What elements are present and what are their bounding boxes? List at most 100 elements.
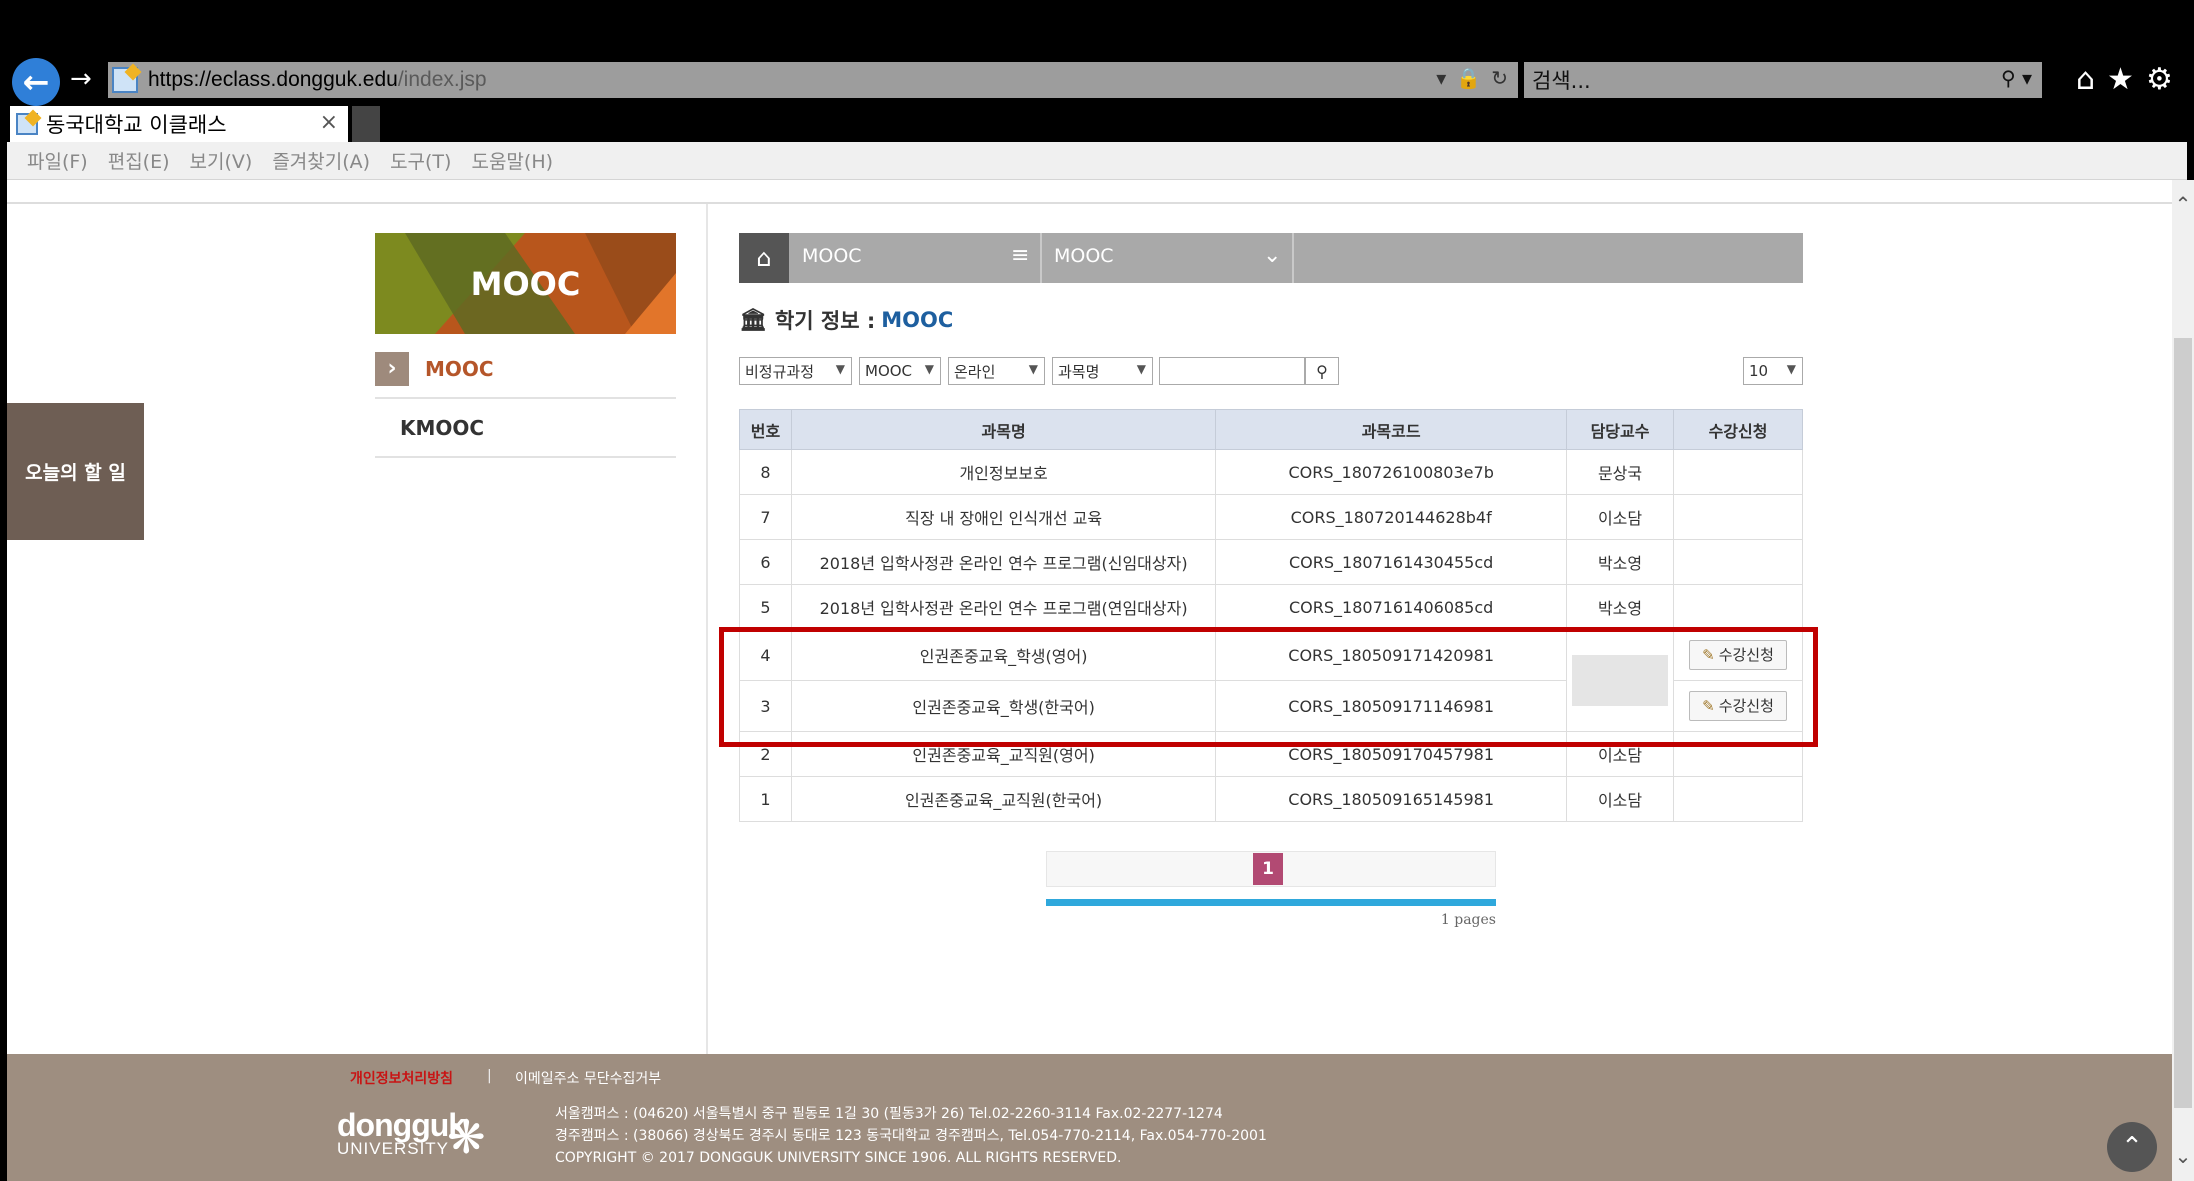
browser-search-input[interactable]: 검색... ⚲ ▾	[1524, 62, 2042, 98]
tab-favicon-icon	[16, 113, 38, 135]
gear-icon[interactable]: ⚙	[2146, 62, 2173, 97]
table-row: 2 인권존중교육_교직원(영어) CORS_180509170457981 이소…	[739, 731, 1803, 777]
cell-prof: 이소담	[1566, 731, 1675, 777]
enroll-button[interactable]: ✎ 수강신청	[1689, 640, 1787, 670]
pencil-icon: ✎	[1702, 697, 1715, 715]
menu-view[interactable]: 보기(V)	[190, 147, 253, 174]
cell-no: 3	[739, 680, 792, 732]
chevron-right-icon: ›	[375, 351, 409, 386]
back-arrow-icon[interactable]: ←	[12, 58, 60, 106]
footer-address: 서울캠퍼스 : (04620) 서울특별시 중구 필동로 1길 30 (필동3가…	[555, 1106, 1267, 1166]
sidebar-item-mooc[interactable]: › MOOC	[375, 340, 676, 399]
cell-code: CORS_180509171420981	[1215, 629, 1568, 681]
chevron-down-icon[interactable]: ⌄	[1263, 243, 1281, 268]
scroll-down-icon[interactable]: ⌄	[2172, 1144, 2194, 1168]
semester-info: 🏛 학기 정보 : MOOC	[739, 307, 954, 334]
course-table: 번호 과목명 과목코드 담당교수 수강신청 8 개인정보보호 CORS_1807…	[739, 409, 1803, 822]
breadcrumb-separator	[1292, 233, 1294, 283]
close-icon[interactable]: ×	[320, 110, 338, 135]
table-row: 4 인권존중교육_학생(영어) CORS_180509171420981 ✎ 수강…	[739, 629, 1803, 732]
banner-title: MOOC	[470, 264, 581, 303]
cell-no: 8	[739, 449, 792, 495]
cell-prof: 박소영	[1566, 539, 1675, 585]
cell-name[interactable]: 직장 내 장애인 인식개선 교육	[790, 494, 1217, 540]
forward-arrow-icon[interactable]: →	[70, 64, 92, 94]
prof-placeholder	[1572, 655, 1669, 706]
cell-name[interactable]: 인권존중교육_학생(한국어)	[790, 680, 1217, 732]
enroll-button[interactable]: ✎ 수강신청	[1689, 691, 1787, 721]
todo-button[interactable]: 오늘의 할 일	[7, 403, 144, 540]
cell-code: CORS_180509170457981	[1215, 731, 1568, 777]
breadcrumb-separator	[1040, 233, 1042, 283]
field-select[interactable]: 과목명 ▼	[1052, 357, 1153, 385]
table-row: 8 개인정보보호 CORS_180726100803e7b 문상국	[739, 449, 1803, 495]
star-icon[interactable]: ★	[2107, 62, 2134, 97]
mode-select[interactable]: 온라인 ▼	[948, 357, 1045, 385]
cell-enroll: ✎ 수강신청	[1673, 629, 1803, 681]
sidebar-banner: MOOC	[375, 233, 676, 334]
cell-enroll	[1673, 494, 1803, 540]
dropdown-icon[interactable]: ▾	[1436, 66, 1446, 90]
col-header-prof: 담당교수	[1566, 409, 1675, 450]
content-divider	[706, 204, 708, 1054]
cell-name[interactable]: 2018년 입학사정관 온라인 연수 프로그램(연임대상자)	[790, 584, 1217, 630]
col-header-no: 번호	[739, 409, 792, 450]
scroll-thumb[interactable]	[2174, 338, 2192, 1108]
cell-name[interactable]: 인권존중교육_교직원(한국어)	[790, 776, 1217, 822]
search-input[interactable]	[1159, 357, 1305, 385]
address-tools: ▾ 🔒 ↻	[1436, 66, 1508, 90]
url-text: https://eclass.dongguk.edu/index.jsp	[148, 68, 487, 91]
cell-name[interactable]: 인권존중교육_교직원(영어)	[790, 731, 1217, 777]
chevron-down-icon: ▼	[1786, 362, 1796, 376]
menu-favorites[interactable]: 즐겨찾기(A)	[272, 147, 370, 174]
cell-name[interactable]: 개인정보보호	[790, 449, 1217, 495]
email-policy-link[interactable]: 이메일주소 무단수집거부	[515, 1068, 661, 1088]
pagination-bar	[1046, 899, 1496, 906]
breadcrumb-level1[interactable]: MOOC	[802, 245, 862, 267]
cell-code: CORS_1807161406085cd	[1215, 584, 1568, 630]
magnifier-icon[interactable]: ⚲ ▾	[2001, 66, 2032, 90]
table-row: 7 직장 내 장애인 인식개선 교육 CORS_180720144628b4f …	[739, 494, 1803, 540]
home-icon[interactable]: ⌂	[739, 233, 789, 283]
home-icon[interactable]: ⌂	[2076, 62, 2095, 97]
magnifier-icon: ⚲	[1316, 361, 1328, 381]
cell-enroll	[1673, 776, 1803, 822]
col-header-code: 과목코드	[1215, 409, 1568, 450]
col-header-enroll: 수강신청	[1673, 409, 1803, 450]
page-size-select[interactable]: 10 ▼	[1743, 357, 1803, 385]
cell-prof: 문상국	[1566, 449, 1675, 495]
bank-icon: 🏛	[739, 307, 767, 333]
chevron-down-icon: ▼	[1028, 362, 1038, 376]
cell-code: CORS_180509171146981	[1215, 680, 1568, 732]
page-button-1[interactable]: 1	[1253, 853, 1283, 885]
breadcrumb-level2[interactable]: MOOC	[1054, 245, 1114, 267]
new-tab-button[interactable]	[352, 106, 380, 142]
cell-name[interactable]: 2018년 입학사정관 온라인 연수 프로그램(신임대상자)	[790, 539, 1217, 585]
browser-toolbar-icons: ⌂ ★ ⚙	[2076, 62, 2173, 97]
menu-tools[interactable]: 도구(T)	[390, 147, 451, 174]
search-button[interactable]: ⚲	[1305, 357, 1339, 385]
menu-help[interactable]: 도움말(H)	[471, 147, 553, 174]
type-select[interactable]: MOOC ▼	[859, 357, 941, 385]
menu-bar: 파일(F) 편집(E) 보기(V) 즐겨찾기(A) 도구(T) 도움말(H)	[7, 142, 2187, 180]
page-count: 1 pages	[1440, 912, 1496, 928]
chevron-up-icon[interactable]: ⌃	[2107, 1122, 2157, 1172]
category-select[interactable]: 비정규과정 ▼	[739, 357, 852, 385]
menu-lines-icon[interactable]: ≡	[1011, 243, 1029, 268]
cell-no: 4	[739, 629, 792, 681]
cell-prof	[1566, 629, 1675, 732]
sidebar-item-kmooc[interactable]: KMOOC	[375, 399, 676, 458]
privacy-policy-link[interactable]: 개인정보처리방침	[350, 1068, 453, 1088]
lock-icon[interactable]: 🔒	[1456, 66, 1481, 90]
page-favicon-icon	[112, 67, 138, 93]
menu-edit[interactable]: 편집(E)	[108, 147, 170, 174]
cell-enroll	[1673, 584, 1803, 630]
address-bar[interactable]: https://eclass.dongguk.edu/index.jsp ▾ 🔒…	[108, 62, 1518, 98]
table-header-row: 번호 과목명 과목코드 담당교수 수강신청	[739, 409, 1803, 450]
refresh-icon[interactable]: ↻	[1491, 66, 1508, 90]
cell-enroll	[1673, 449, 1803, 495]
menu-file[interactable]: 파일(F)	[27, 147, 88, 174]
browser-tab[interactable]: 동국대학교 이클래스 ×	[10, 106, 348, 142]
scroll-up-icon[interactable]: ⌃	[2172, 192, 2194, 216]
cell-name[interactable]: 인권존중교육_학생(영어)	[790, 629, 1217, 681]
